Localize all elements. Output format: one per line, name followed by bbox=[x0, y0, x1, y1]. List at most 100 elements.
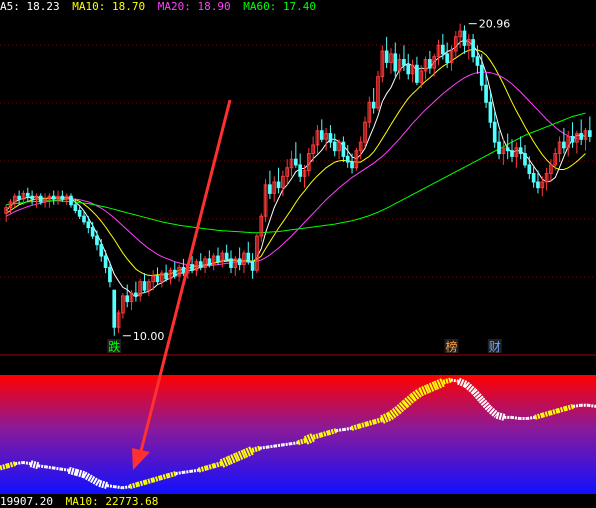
candle bbox=[293, 142, 298, 168]
candle bbox=[397, 53, 402, 80]
candle bbox=[268, 170, 272, 200]
candle bbox=[25, 187, 30, 202]
candle bbox=[289, 150, 294, 177]
candle-body-down bbox=[181, 266, 186, 274]
candle-body-down bbox=[428, 59, 432, 69]
candle bbox=[224, 244, 229, 262]
candle-body-down bbox=[229, 258, 233, 268]
indicator-segment bbox=[213, 461, 223, 469]
indicator-segment bbox=[60, 467, 69, 472]
candle bbox=[566, 130, 571, 157]
candle-body-down bbox=[518, 147, 523, 155]
candle bbox=[155, 267, 160, 285]
candle bbox=[466, 33, 471, 60]
candle bbox=[233, 256, 238, 276]
candle-body-down bbox=[237, 258, 242, 266]
indicator-segment bbox=[136, 479, 146, 487]
indicator-segment bbox=[159, 473, 169, 481]
candle-body-down bbox=[51, 195, 56, 200]
candle bbox=[211, 253, 216, 271]
candlesticks bbox=[4, 23, 592, 336]
candle bbox=[203, 256, 207, 274]
candle bbox=[255, 233, 259, 274]
candle bbox=[531, 164, 536, 188]
candle-body-down bbox=[276, 181, 281, 189]
candle bbox=[43, 193, 47, 208]
indicator-segment bbox=[6, 461, 16, 469]
candle-body-down bbox=[103, 255, 108, 268]
candle-body-down bbox=[69, 195, 73, 206]
candle bbox=[34, 193, 39, 208]
candle-body-down bbox=[298, 164, 303, 177]
candle bbox=[380, 45, 385, 83]
candle-body-down bbox=[341, 141, 346, 157]
volume-legend: 19907.20 MA10: 22773.68 bbox=[0, 495, 164, 508]
indicator-segment bbox=[175, 470, 184, 475]
candle-body-down bbox=[570, 135, 575, 143]
indicator-segment bbox=[114, 485, 123, 490]
candle bbox=[562, 127, 566, 154]
candle bbox=[246, 241, 251, 265]
candle bbox=[527, 156, 532, 180]
indicator-segment bbox=[106, 484, 115, 489]
indicator-segment bbox=[297, 438, 307, 446]
candle bbox=[389, 48, 393, 74]
candle-body-down bbox=[402, 59, 406, 66]
candle-body-down bbox=[536, 181, 540, 189]
stock-chart[interactable]: 10.00 20.96 跌 榜 财 bbox=[0, 0, 596, 507]
indicator-segment bbox=[259, 445, 268, 450]
candle-body-down bbox=[108, 266, 112, 283]
candle-body-down bbox=[95, 235, 99, 246]
indicator-segment bbox=[373, 417, 383, 425]
indicator-segment bbox=[527, 415, 536, 420]
candle bbox=[159, 270, 164, 288]
candle-body-down bbox=[134, 292, 138, 297]
candle-body-down bbox=[142, 281, 147, 291]
candle bbox=[177, 264, 181, 282]
candle bbox=[146, 278, 151, 296]
candle bbox=[30, 190, 34, 205]
candle bbox=[56, 190, 60, 205]
indicator-segment bbox=[190, 468, 199, 473]
candle bbox=[471, 33, 475, 63]
candle bbox=[12, 193, 17, 208]
candle-body-down bbox=[86, 221, 91, 229]
candle bbox=[523, 144, 527, 168]
candle-body-down bbox=[30, 195, 34, 200]
indicator-segment bbox=[98, 480, 108, 489]
volume-value-label: 19907.20 bbox=[0, 495, 53, 508]
candle-body-down bbox=[250, 261, 255, 271]
candle-body-down bbox=[488, 101, 493, 123]
candle-body-down bbox=[527, 164, 532, 174]
indicator-segment bbox=[312, 432, 322, 440]
candle-body-down bbox=[77, 209, 82, 217]
candle-body-down bbox=[198, 261, 203, 268]
candle-body-down bbox=[190, 264, 194, 271]
candle bbox=[272, 176, 277, 202]
candle-body-down bbox=[562, 141, 566, 149]
candle bbox=[406, 53, 411, 80]
indicator-segment bbox=[549, 408, 559, 416]
candle bbox=[112, 289, 117, 336]
indicator-segment bbox=[122, 485, 131, 490]
candle bbox=[242, 250, 246, 274]
candle bbox=[276, 167, 281, 194]
indicator-segment bbox=[53, 466, 62, 471]
candle bbox=[319, 119, 324, 143]
candle-body-down bbox=[510, 150, 514, 157]
indicator-segment bbox=[75, 469, 86, 478]
candle-body-down bbox=[579, 133, 584, 140]
candle bbox=[587, 116, 592, 143]
candle bbox=[194, 258, 199, 276]
candle bbox=[324, 127, 328, 151]
candle-body-down bbox=[415, 64, 419, 83]
indicator-segment bbox=[495, 411, 506, 421]
indicator-segment bbox=[197, 465, 207, 473]
candle bbox=[198, 253, 203, 271]
candle bbox=[207, 250, 212, 268]
candle bbox=[497, 130, 501, 160]
indicator-segment bbox=[183, 469, 192, 474]
candle-body-down bbox=[406, 64, 411, 75]
indicator-segment bbox=[129, 482, 139, 490]
candle bbox=[95, 230, 99, 251]
